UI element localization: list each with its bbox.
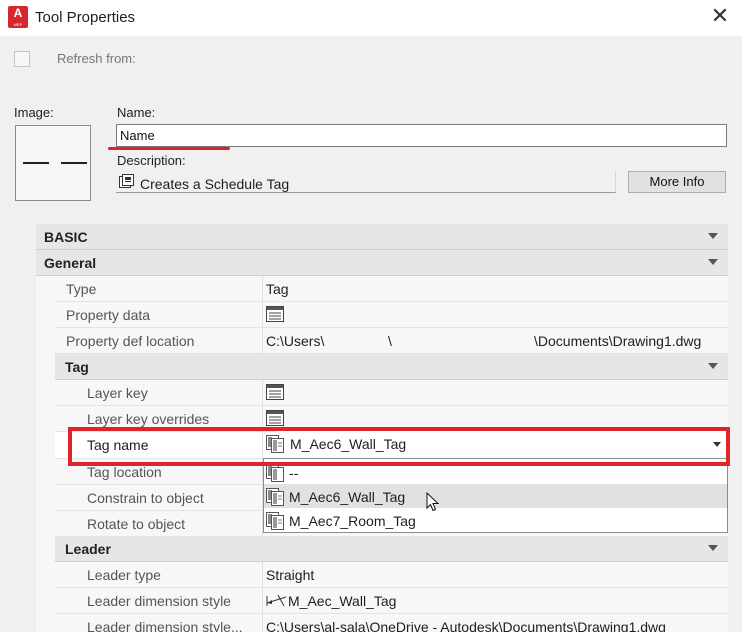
property-value: Straight [266, 567, 315, 583]
description-edit-icon[interactable] [119, 174, 135, 189]
property-value: C:\Users\al-sala\OneDrive - Autodesk\Doc… [266, 619, 666, 632]
description-field[interactable]: Creates a Schedule Tag [116, 171, 616, 193]
more-info-button[interactable]: More Info [628, 171, 726, 193]
property-row-layer-key[interactable]: Layer key [55, 380, 728, 406]
column-divider [262, 328, 263, 354]
property-name: Layer key [87, 385, 148, 401]
refresh-from-label: Refresh from: [57, 51, 136, 66]
dropdown-option[interactable]: M_Aec7_Room_Tag [264, 508, 727, 532]
category-label: General [44, 255, 97, 271]
window-title: Tool Properties [35, 9, 136, 26]
column-divider [262, 302, 263, 328]
category-leader[interactable]: Leader [55, 536, 728, 562]
title-bar: A MEP Tool Properties ✕ [0, 0, 742, 36]
property-name: Leader type [87, 567, 161, 583]
category-label: Leader [65, 541, 111, 557]
dropdown-option-label: M_Aec7_Room_Tag [289, 513, 416, 529]
tag-style-icon [266, 512, 286, 530]
image-label: Image: [14, 105, 54, 120]
worksheet-icon[interactable] [266, 384, 284, 400]
column-divider [262, 380, 263, 406]
category-label: Tag [65, 359, 89, 375]
chevron-down-icon[interactable] [708, 363, 718, 369]
chevron-down-icon[interactable] [708, 545, 718, 551]
category-general[interactable]: General [36, 250, 728, 276]
column-divider [262, 614, 263, 632]
property-value-part: C:\Users\ [266, 333, 325, 349]
property-row-property-data[interactable]: Property data [55, 302, 728, 328]
category-basic[interactable]: BASIC [36, 224, 728, 250]
tag-style-icon [266, 488, 286, 506]
column-divider [262, 276, 263, 302]
property-row-leader-dimension-style[interactable]: Leader dimension style M_Aec_Wall_Tag [55, 588, 728, 614]
property-name: Layer key overrides [87, 411, 210, 427]
property-value: M_Aec_Wall_Tag [288, 593, 397, 609]
dropdown-option-label: M_Aec6_Wall_Tag [289, 489, 406, 505]
name-label: Name: [117, 105, 156, 120]
property-row-property-def-location[interactable]: Property def location C:\Users\ \ \Docum… [55, 328, 728, 354]
column-divider [262, 588, 263, 614]
tag-style-icon [266, 464, 286, 482]
property-name: Tag location [87, 464, 162, 480]
property-value-part: \ [388, 333, 392, 349]
dropdown-option-label: -- [289, 465, 299, 481]
refresh-from-checkbox[interactable] [14, 51, 30, 67]
property-row-leader-type[interactable]: Leader type Straight [55, 562, 728, 588]
property-name: Constrain to object [87, 490, 204, 506]
chevron-down-icon[interactable] [708, 233, 718, 239]
dropdown-option-selected[interactable]: M_Aec6_Wall_Tag [264, 484, 727, 508]
worksheet-icon[interactable] [266, 306, 284, 322]
property-name: Leader dimension style [87, 593, 231, 609]
property-row-type[interactable]: Type Tag [55, 276, 728, 302]
property-name: Rotate to object [87, 516, 186, 532]
tag-preview-dash [61, 162, 87, 164]
category-label: BASIC [44, 229, 88, 245]
chevron-down-icon[interactable] [708, 259, 718, 265]
annotation-highlight-box [68, 427, 730, 466]
property-row-leader-dimension-style-location[interactable]: Leader dimension style... C:\Users\al-sa… [55, 614, 728, 632]
worksheet-icon[interactable] [266, 410, 284, 426]
property-value-part: \Documents\Drawing1.dwg [534, 333, 702, 349]
tool-image-preview[interactable] [15, 125, 91, 201]
autocad-mep-app-icon: A MEP [8, 6, 28, 28]
tag-preview-dash [23, 162, 49, 164]
property-name: Type [66, 281, 97, 297]
property-value: Tag [266, 281, 289, 297]
description-label: Description: [117, 153, 186, 168]
tag-name-dropdown-list[interactable]: -- M_Aec6_Wall_Tag M_Aec7_Room_Tag [263, 458, 728, 533]
property-name: Property data [66, 307, 151, 323]
category-tag[interactable]: Tag [55, 354, 728, 380]
dimension-style-icon [266, 594, 288, 608]
property-name: Leader dimension style... [87, 619, 243, 632]
column-divider [262, 562, 263, 588]
property-name: Property def location [66, 333, 195, 349]
name-input[interactable] [116, 124, 727, 147]
annotation-underline [108, 147, 230, 150]
close-icon[interactable]: ✕ [707, 4, 733, 30]
mouse-cursor-icon [426, 492, 440, 512]
description-text: Creates a Schedule Tag [140, 176, 290, 192]
